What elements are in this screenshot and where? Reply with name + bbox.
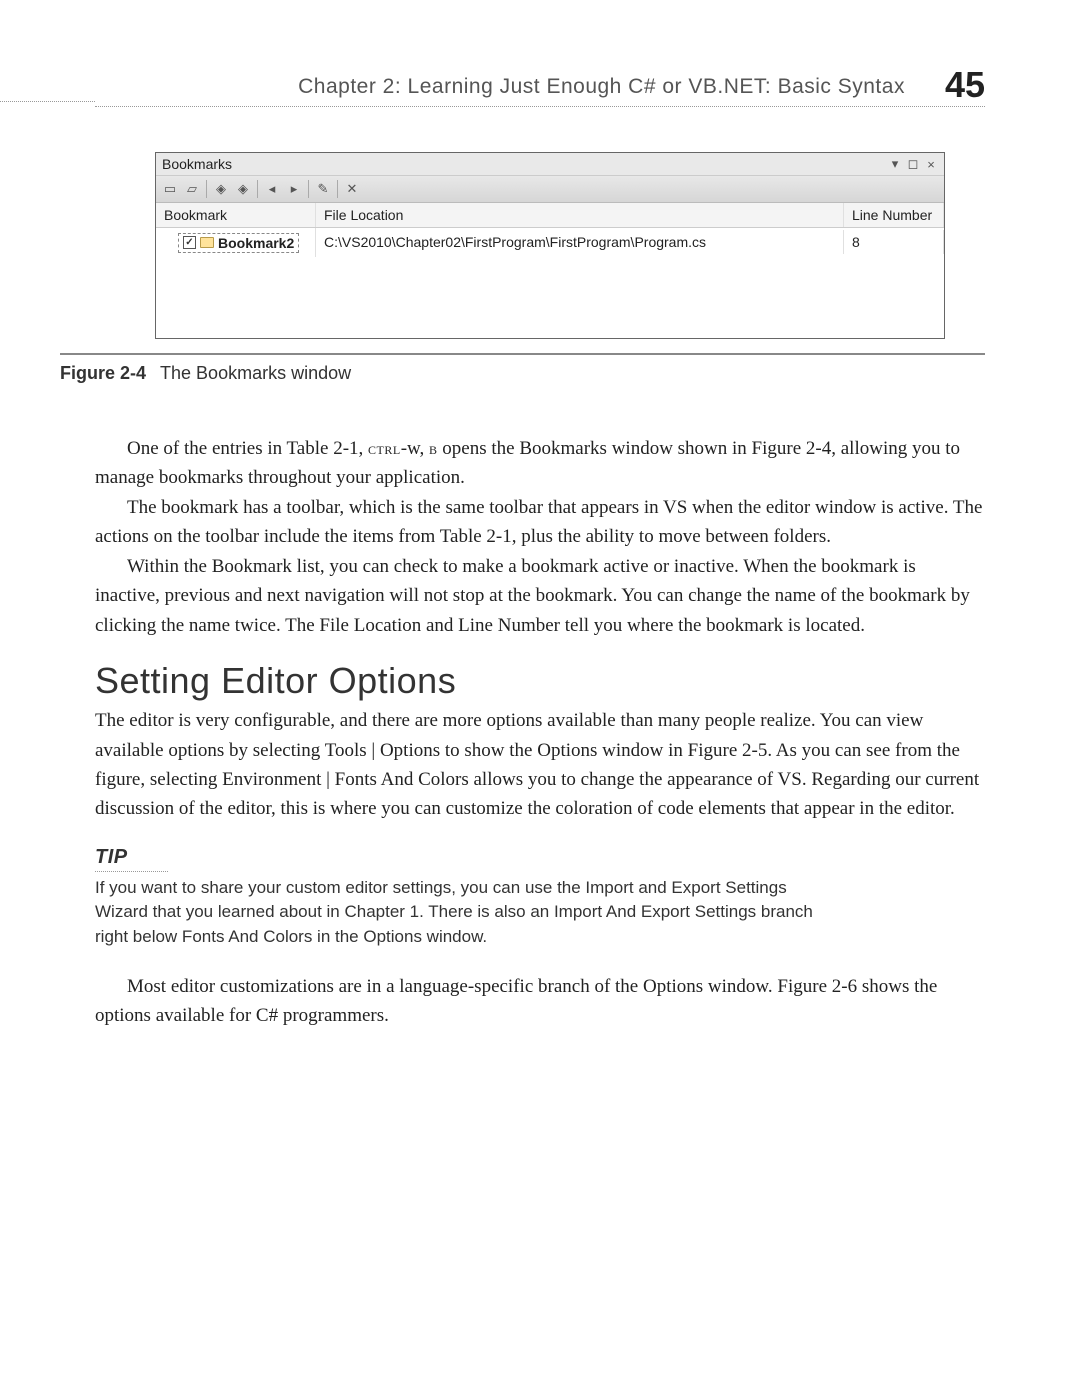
col-file-location[interactable]: File Location [316, 203, 844, 227]
col-line-number[interactable]: Line Number [844, 203, 944, 227]
chapter-title: Chapter 2: Learning Just Enough C# or VB… [298, 75, 905, 99]
disable-bookmarks-icon[interactable]: ✎ [313, 179, 333, 199]
toolbar-separator [206, 180, 207, 198]
figure-rule [60, 353, 985, 355]
bookmark-row[interactable]: ✓ Bookmark2 C:\VS2010\Chapter02\FirstPro… [156, 228, 944, 257]
toolbar-separator [257, 180, 258, 198]
window-title: Bookmarks [162, 156, 884, 172]
window-close-icon[interactable]: × [924, 157, 938, 172]
paragraph: One of the entries in Table 2-1, ctrl-w,… [95, 434, 985, 493]
bookmark-name-cell[interactable]: ✓ Bookmark2 [178, 233, 299, 253]
delete-icon[interactable]: ✕ [342, 179, 362, 199]
body-text: One of the entries in Table 2-1, ctrl-w,… [95, 434, 985, 640]
bookmarks-window: Bookmarks ▾ ◻ × ▭ ▱ ◈ ◈ ◂ ▸ ✎ ✕ Bookmark [155, 152, 945, 339]
running-header: Chapter 2: Learning Just Enough C# or VB… [95, 60, 985, 107]
closing-text: Most editor customizations are in a lang… [95, 972, 985, 1031]
tip-label: TIP [95, 846, 168, 872]
bookmark-file-location: C:\VS2010\Chapter02\FirstProgram\FirstPr… [316, 230, 844, 254]
tip-block: TIP If you want to share your custom edi… [95, 846, 985, 950]
window-restore-icon[interactable]: ◻ [906, 156, 920, 172]
bookmark-line-number: 8 [844, 230, 944, 254]
window-options-icon[interactable]: ▾ [888, 156, 902, 172]
section-body: The editor is very configurable, and the… [95, 706, 985, 824]
bookmark-icon [200, 237, 214, 248]
paragraph: The bookmark has a toolbar, which is the… [95, 493, 985, 552]
next-bookmark-icon[interactable]: ◈ [233, 179, 253, 199]
bookmarks-toolbar: ▭ ▱ ◈ ◈ ◂ ▸ ✎ ✕ [156, 176, 944, 203]
window-titlebar[interactable]: Bookmarks ▾ ◻ × [156, 153, 944, 176]
paragraph: Within the Bookmark list, you can check … [95, 552, 985, 640]
col-bookmark[interactable]: Bookmark [156, 203, 316, 227]
page-number: 45 [945, 64, 985, 106]
bookmark-enabled-checkbox[interactable]: ✓ [183, 236, 196, 249]
bookmark-name: Bookmark2 [218, 235, 294, 251]
paragraph: The editor is very configurable, and the… [95, 706, 985, 824]
new-folder-icon[interactable]: ▱ [182, 179, 202, 199]
section-heading: Setting Editor Options [95, 660, 985, 702]
toolbar-separator [308, 180, 309, 198]
bookmarks-columns-header: Bookmark File Location Line Number [156, 203, 944, 228]
bookmarks-list: ✓ Bookmark2 C:\VS2010\Chapter02\FirstPro… [156, 228, 944, 338]
figure-label: Figure 2-4 [60, 363, 146, 383]
figure-caption: Figure 2-4 The Bookmarks window [60, 363, 985, 384]
figure-caption-text: The Bookmarks window [160, 363, 351, 383]
next-folder-bookmark-icon[interactable]: ▸ [284, 179, 304, 199]
prev-folder-bookmark-icon[interactable]: ◂ [262, 179, 282, 199]
toggle-bookmark-icon[interactable]: ▭ [160, 179, 180, 199]
tip-text: If you want to share your custom editor … [95, 876, 825, 950]
prev-bookmark-icon[interactable]: ◈ [211, 179, 231, 199]
toolbar-separator [337, 180, 338, 198]
paragraph: Most editor customizations are in a lang… [95, 972, 985, 1031]
